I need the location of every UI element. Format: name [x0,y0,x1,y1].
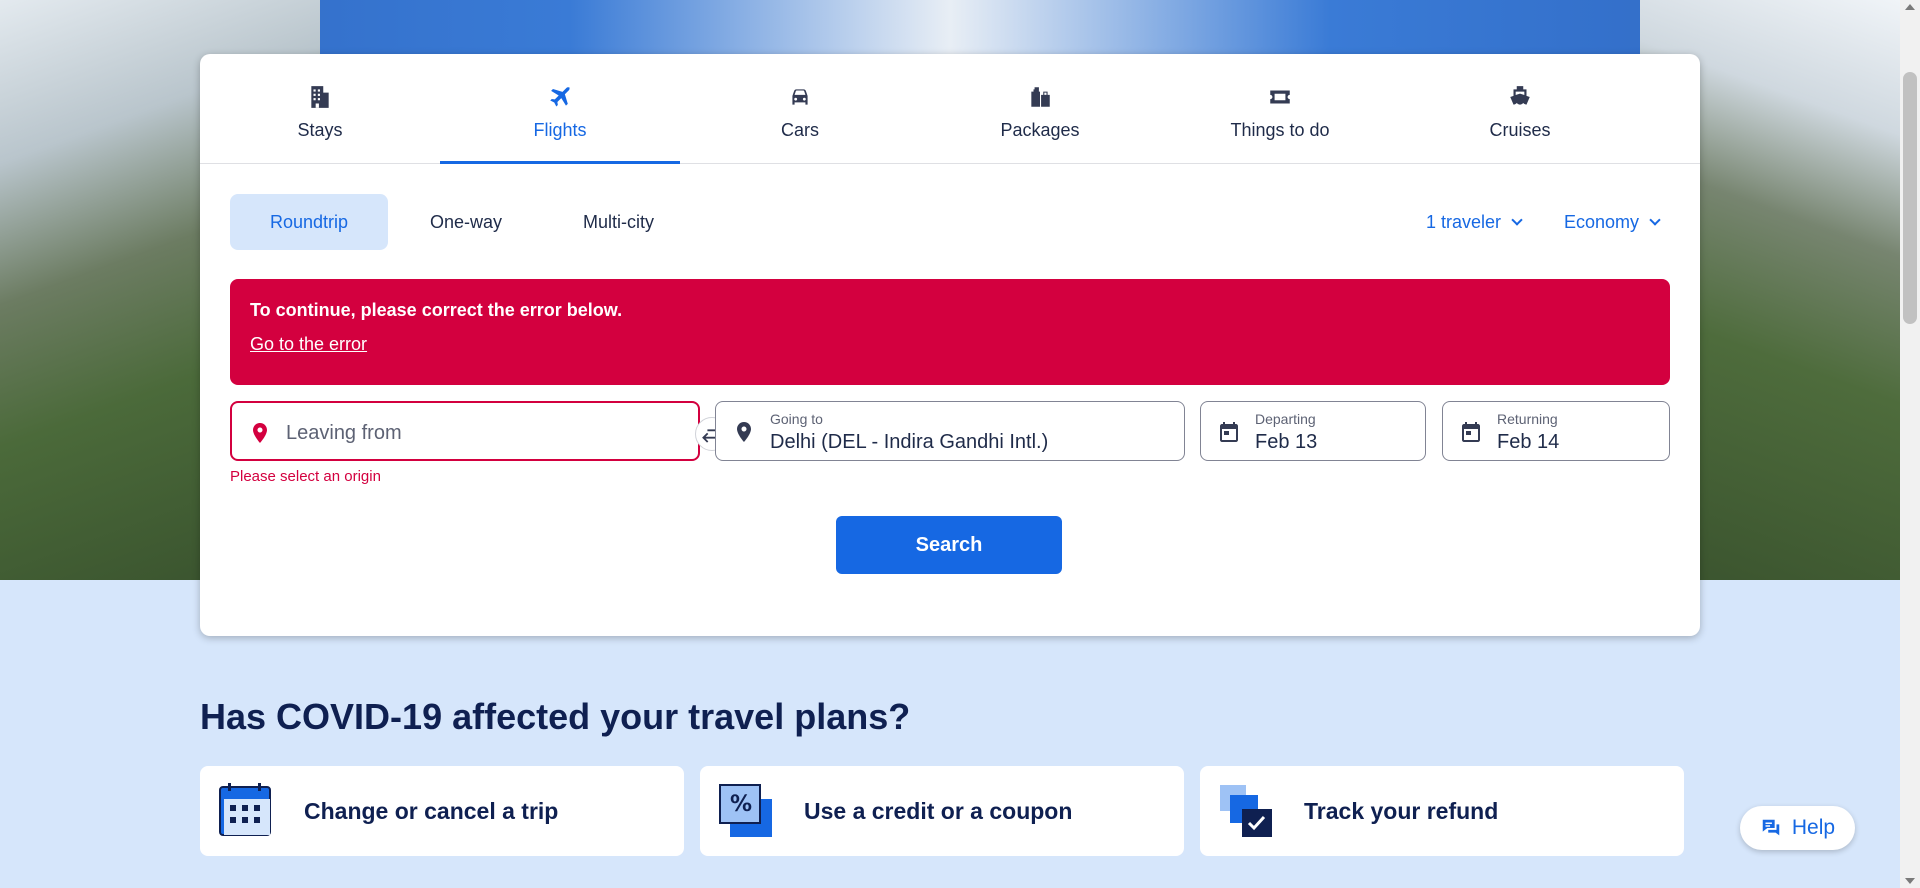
location-pin-icon [737,422,751,442]
departing-value: Feb 13 [1255,431,1318,453]
returning-date-field[interactable]: Returning Feb 14 [1442,401,1670,461]
tile-label: Use a credit or a coupon [804,797,1073,824]
roundtrip-option[interactable]: Roundtrip [230,194,389,250]
origin-error-message: Please select an origin [230,468,381,485]
car-icon [792,89,808,105]
tab-flights[interactable]: Flights [440,54,680,164]
ticket-icon [1270,90,1290,104]
luggage-icon [1031,87,1050,107]
error-title: To continue, please correct the error be… [250,300,623,320]
chat-bubbles-icon [1762,819,1780,836]
product-tabs: Stays Flights Cars Packages Things to do… [200,54,1700,164]
tab-packages[interactable]: Packages [920,54,1160,163]
scrollbar-thumb[interactable] [1903,72,1917,324]
tab-cruises[interactable]: Cruises [1400,54,1640,163]
plane-icon [550,87,570,107]
search-button[interactable]: Search [836,516,1062,574]
tab-stays[interactable]: Stays [200,54,440,163]
tab-cars[interactable]: Cars [680,54,920,163]
chevron-down-icon [1649,214,1661,226]
one-way-option[interactable]: One-way [390,194,542,250]
help-button[interactable]: Help [1740,806,1855,850]
change-cancel-trip-tile[interactable]: Change or cancel a trip [200,766,684,856]
returning-label: Returning [1497,411,1558,427]
svg-text:%: % [730,792,752,817]
help-label: Help [1791,816,1836,839]
tab-label: Packages [1000,120,1080,140]
chevron-down-icon [1511,214,1523,226]
returning-value: Feb 14 [1497,431,1560,453]
ship-icon [1510,86,1530,105]
calendar-icon [1220,422,1238,442]
leaving-from-field[interactable]: Leaving from [230,401,700,461]
tab-label: Stays [297,120,343,140]
travelers-dropdown[interactable]: 1 traveler [1426,194,1523,250]
leaving-from-placeholder: Leaving from [286,422,402,444]
tile-label: Track your refund [1304,797,1499,824]
travelers-label: 1 traveler [1426,212,1502,232]
use-credit-coupon-tile[interactable]: % Use a credit or a coupon [700,766,1184,856]
calendar-grid-icon [219,783,271,836]
page-scrollbar[interactable] [1900,0,1920,888]
cabin-class-dropdown[interactable]: Economy [1564,194,1661,250]
coupon-percent-icon: % [719,784,772,837]
departing-date-field[interactable]: Departing Feb 13 [1200,401,1426,461]
refund-check-icon [1220,785,1272,837]
tab-label: Flights [533,120,587,140]
scroll-up-arrow-icon[interactable] [1905,4,1915,10]
calendar-icon [1462,422,1480,442]
going-to-field[interactable]: Going to Delhi (DEL - Indira Gandhi Intl… [715,401,1185,461]
error-summary: To continue, please correct the error be… [230,279,1670,385]
departing-label: Departing [1255,411,1316,427]
search-card: Stays Flights Cars Packages Things to do… [200,54,1700,636]
going-to-value: Delhi (DEL - Indira Gandhi Intl.) [770,431,1049,453]
covid-section-title: Has COVID-19 affected your travel plans? [200,696,911,737]
trip-type-row: Roundtrip One-way Multi-city 1 traveler … [230,194,1670,250]
scroll-down-arrow-icon[interactable] [1905,878,1915,884]
tab-label: Cruises [1489,120,1551,140]
cabin-class-label: Economy [1564,212,1640,232]
building-icon [311,86,329,108]
track-refund-tile[interactable]: Track your refund [1200,766,1684,856]
tab-label: Cars [780,120,819,140]
multi-city-option[interactable]: Multi-city [543,194,694,250]
location-pin-icon [253,423,267,443]
going-to-label: Going to [770,411,823,427]
tab-things-to-do[interactable]: Things to do [1160,54,1400,163]
tile-label: Change or cancel a trip [304,797,559,824]
go-to-error-link[interactable]: Go to the error [250,334,1650,355]
tab-label: Things to do [1230,120,1330,140]
